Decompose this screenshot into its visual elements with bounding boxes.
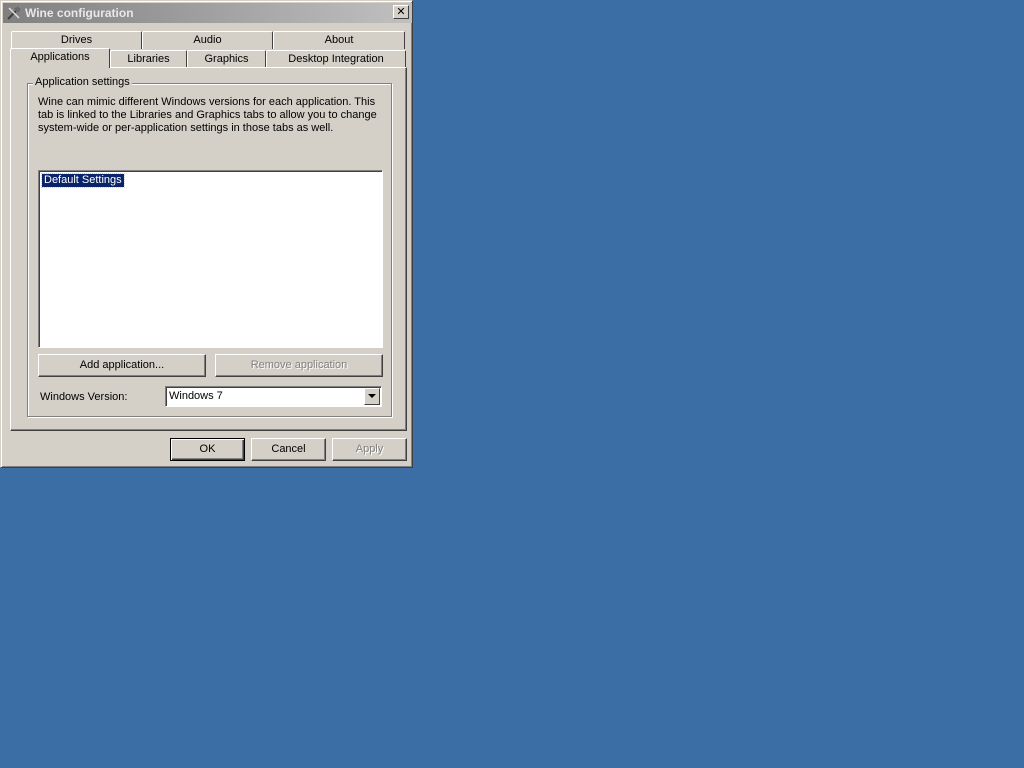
tab-audio[interactable]: Audio [142, 31, 273, 49]
applications-list[interactable]: Default Settings [38, 170, 383, 348]
tab-about[interactable]: About [273, 31, 405, 49]
button-label: Remove application [250, 359, 348, 371]
wine-config-window: Wine configuration ✕ Drives Audio About … [0, 0, 413, 468]
window-title: Wine configuration [25, 6, 134, 20]
tab-label: About [324, 34, 354, 46]
application-settings-group: Application settings Wine can mimic diff… [27, 76, 392, 417]
button-label: Cancel [271, 443, 306, 455]
tab-label: Audio [193, 34, 222, 46]
description-text: Wine can mimic different Windows version… [38, 96, 377, 134]
dropdown-button[interactable] [364, 388, 380, 405]
group-title: Application settings [33, 76, 132, 88]
chevron-down-icon [368, 394, 376, 398]
windows-version-value: Windows 7 [169, 390, 223, 402]
close-button[interactable]: ✕ [393, 5, 409, 19]
apply-button[interactable]: Apply [332, 438, 407, 461]
tab-libraries[interactable]: Libraries [110, 50, 187, 68]
title-bar[interactable]: Wine configuration ✕ [3, 3, 412, 23]
applications-panel: Application settings Wine can mimic diff… [10, 67, 407, 431]
cancel-button[interactable]: Cancel [251, 438, 326, 461]
list-item[interactable]: Default Settings [41, 173, 125, 188]
tab-applications[interactable]: Applications [10, 48, 110, 68]
tab-label: Desktop Integration [288, 53, 384, 65]
add-application-button[interactable]: Add application... [38, 354, 206, 377]
windows-version-label: Windows Version: [40, 391, 128, 403]
close-icon: ✕ [396, 6, 406, 18]
tab-graphics[interactable]: Graphics [187, 50, 266, 68]
tab-label: Libraries [127, 53, 170, 65]
button-label: OK [199, 443, 216, 455]
button-label: Apply [355, 443, 384, 455]
remove-application-button[interactable]: Remove application [215, 354, 383, 377]
ok-button[interactable]: OK [170, 438, 245, 461]
tab-label: Applications [30, 51, 90, 63]
tab-desktop-integration[interactable]: Desktop Integration [266, 50, 406, 68]
tab-label: Graphics [204, 53, 249, 65]
tools-icon [6, 5, 22, 21]
tab-label: Drives [60, 34, 93, 46]
windows-version-select[interactable]: Windows 7 [165, 386, 382, 407]
button-label: Add application... [79, 359, 165, 371]
tab-drives[interactable]: Drives [11, 31, 142, 49]
